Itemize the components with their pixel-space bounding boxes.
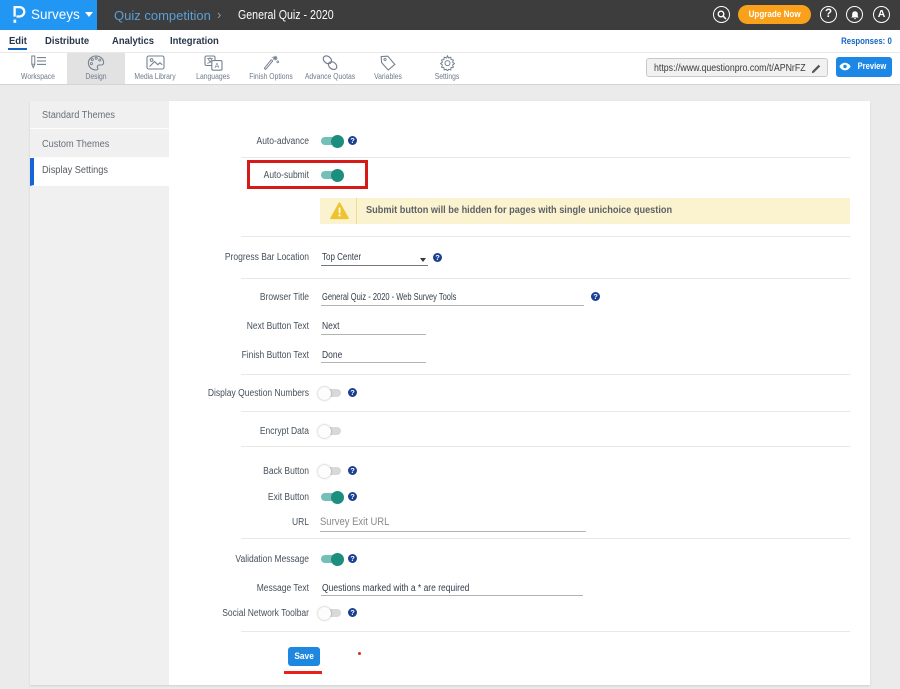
svg-text:A: A	[214, 63, 219, 70]
